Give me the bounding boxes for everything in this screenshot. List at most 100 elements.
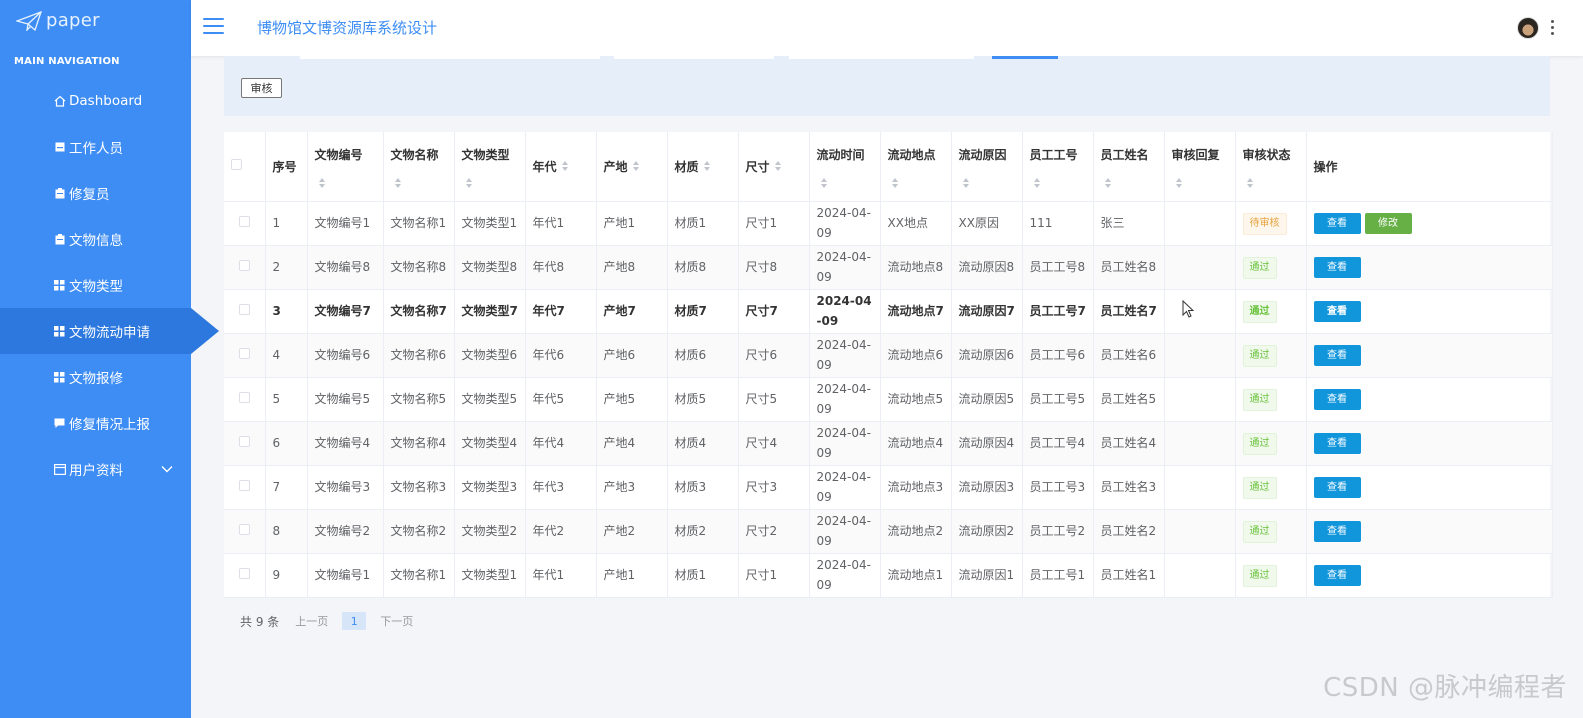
sort-icon[interactable] (962, 177, 970, 189)
page-number-button[interactable]: 1 (342, 612, 367, 630)
row-checkbox[interactable] (238, 260, 250, 271)
view-button[interactable]: 查看 (1313, 433, 1361, 455)
cell-status: 通过 (1235, 553, 1307, 598)
view-button[interactable]: 查看 (1313, 565, 1361, 587)
cell-size: 尺寸5 (738, 377, 810, 422)
sidebar-item-restorer[interactable]: 修复员 (0, 170, 191, 216)
logo[interactable]: paper (16, 10, 100, 31)
sort-icon[interactable] (1175, 177, 1183, 189)
cell-type-text: 文物类型3 (461, 480, 518, 494)
clipboard-icon (52, 233, 67, 245)
cell-size: 尺寸8 (738, 245, 810, 290)
table-row[interactable]: 7 文物编号3 文物名称3 文物类型3 年代3 产地3 材质3 尺寸3 2024-04-09 流动… (224, 465, 1553, 510)
column-header: 文物编号 (307, 132, 384, 202)
cell-reason-text: XX原因 (958, 216, 999, 230)
table-header-row: 序号 文物编号 文物名称 文物类型 年代 产地 材质 尺寸 流动时间 流动地点 流动原因 员工工号 员工… (224, 132, 1553, 202)
table-body: 1 文物编号1 文物名称1 文物类型1 年代1 产地1 材质1 尺寸1 2024-04-09 XX… (224, 201, 1553, 598)
view-button[interactable]: 查看 (1313, 477, 1361, 499)
sidebar-item-relic-repair[interactable]: 文物报修 (0, 354, 191, 400)
cell-place-text: XX地点 (887, 216, 928, 230)
row-checkbox[interactable] (238, 216, 250, 227)
row-checkbox[interactable] (238, 304, 250, 315)
table-row[interactable]: 1 文物编号1 文物名称1 文物类型1 年代1 产地1 材质1 尺寸1 2024-04-09 XX… (224, 201, 1553, 246)
row-checkbox[interactable] (238, 436, 250, 447)
cell-size-text: 尺寸2 (745, 524, 778, 538)
select-all-checkbox[interactable] (231, 159, 242, 171)
cell-era-text: 年代1 (532, 568, 565, 582)
cell-reply (1164, 421, 1236, 466)
next-page-button[interactable]: 下一页 (380, 613, 413, 629)
view-button[interactable]: 查看 (1313, 345, 1361, 367)
table-row[interactable]: 9 文物编号1 文物名称1 文物类型1 年代1 产地1 材质1 尺寸1 2024-04-09 流动… (224, 553, 1553, 598)
edit-button[interactable]: 修改 (1364, 213, 1412, 235)
cell-emp_name-text: 员工姓名8 (1100, 260, 1157, 274)
sort-icon[interactable] (774, 160, 782, 172)
cell-reply (1164, 465, 1236, 510)
view-button[interactable]: 查看 (1313, 213, 1361, 235)
view-button[interactable]: 查看 (1313, 257, 1361, 279)
view-button[interactable]: 查看 (1313, 301, 1361, 323)
cell-era: 年代4 (525, 421, 597, 466)
sort-icon[interactable] (394, 177, 402, 189)
sort-icon[interactable] (1033, 177, 1041, 189)
more-options-icon[interactable] (1551, 20, 1555, 38)
cell-actions: 查看 (1306, 553, 1553, 598)
sort-icon[interactable] (561, 160, 569, 172)
table-row[interactable]: 5 文物编号5 文物名称5 文物类型5 年代5 产地5 材质5 尺寸5 2024-04-09 流动… (224, 377, 1553, 422)
cell-origin: 产地1 (596, 553, 668, 598)
cell-emp_no: 员工工号1 (1022, 553, 1094, 598)
sort-icon[interactable] (703, 160, 711, 172)
sidebar-item-relic-info[interactable]: 文物信息 (0, 216, 191, 262)
cell-origin-text: 产地1 (603, 216, 636, 230)
cell-era: 年代2 (525, 509, 597, 554)
row-select-cell (224, 377, 266, 422)
sidebar-item-staff[interactable]: 工作人员 (0, 124, 191, 170)
cell-no-text: 7 (272, 480, 281, 494)
column-header-label: 员工姓名 (1100, 148, 1149, 162)
table-row[interactable]: 2 文物编号8 文物名称8 文物类型8 年代8 产地8 材质8 尺寸8 2024-04-09 流动… (224, 245, 1553, 290)
view-button[interactable]: 查看 (1313, 521, 1361, 543)
sort-icon[interactable] (1104, 177, 1112, 189)
column-header: 年代 (525, 132, 597, 202)
cell-reply (1164, 509, 1236, 554)
cell-emp_name: 员工姓名8 (1093, 245, 1165, 290)
sort-icon[interactable] (1246, 177, 1254, 189)
cell-place: 流动地点1 (880, 553, 952, 598)
sort-icon[interactable] (632, 160, 640, 172)
row-checkbox[interactable] (238, 480, 250, 491)
sort-icon[interactable] (891, 177, 899, 189)
nav-section-title: MAIN NAVIGATION (14, 56, 120, 67)
cell-type: 文物类型1 (454, 201, 526, 246)
pagination: 共 9 条 上一页 1 下一页 (240, 612, 427, 630)
sidebar-item-user-profile[interactable]: 用户资料 (0, 446, 191, 492)
table-row[interactable]: 3 文物编号7 文物名称7 文物类型7 年代7 产地7 材质7 尺寸7 2024-04-09 流动… (224, 289, 1553, 334)
sidebar-item-relic-type[interactable]: 文物类型 (0, 262, 191, 308)
cell-era-text: 年代8 (532, 260, 565, 274)
sidebar-item-repair-report[interactable]: 修复情况上报 (0, 400, 191, 446)
row-checkbox[interactable] (238, 524, 250, 535)
user-avatar[interactable] (1517, 17, 1539, 39)
cell-reply (1164, 553, 1236, 598)
row-select-cell (224, 333, 266, 378)
sort-icon[interactable] (318, 177, 326, 189)
cell-reason: 流动原因3 (951, 465, 1023, 510)
column-header-label: 材质 (674, 159, 699, 174)
table-row[interactable]: 8 文物编号2 文物名称2 文物类型2 年代2 产地2 材质2 尺寸2 2024-04-09 流动… (224, 509, 1553, 554)
cell-emp_name-text: 张三 (1100, 216, 1125, 230)
row-checkbox[interactable] (238, 392, 250, 403)
view-button[interactable]: 查看 (1313, 389, 1361, 411)
sort-icon[interactable] (820, 177, 828, 189)
cell-no: 9 (265, 553, 308, 598)
sidebar-item-relic-flow[interactable]: 文物流动申请 (0, 308, 219, 354)
row-checkbox[interactable] (238, 348, 250, 359)
prev-page-button[interactable]: 上一页 (295, 613, 328, 629)
app-title: 博物馆文博资源库系统设计 (257, 19, 438, 37)
table-row[interactable]: 6 文物编号4 文物名称4 文物类型4 年代4 产地4 材质4 尺寸4 2024-04-09 流动… (224, 421, 1553, 466)
menu-toggle-icon[interactable] (203, 18, 224, 34)
sidebar-item-dashboard[interactable]: Dashboard (0, 78, 191, 124)
table-row[interactable]: 4 文物编号6 文物名称6 文物类型6 年代6 产地6 材质6 尺寸6 2024-04-09 流动… (224, 333, 1553, 378)
cell-origin: 产地2 (596, 509, 668, 554)
row-checkbox[interactable] (238, 568, 250, 579)
audit-button[interactable]: 审核 (241, 78, 282, 98)
sort-icon[interactable] (465, 177, 473, 189)
